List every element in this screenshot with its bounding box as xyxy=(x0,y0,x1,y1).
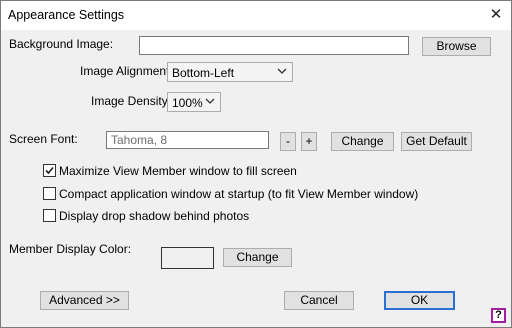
background-image-input[interactable] xyxy=(139,36,409,55)
member-color-swatch xyxy=(161,247,214,269)
chevron-down-icon xyxy=(277,68,287,74)
image-density-label: Image Density: xyxy=(91,94,172,108)
browse-button[interactable]: Browse xyxy=(422,37,491,56)
screen-font-value: Tahoma, 8 xyxy=(111,133,168,147)
checkmark-icon xyxy=(45,166,54,175)
appearance-settings-dialog: Appearance Settings ✕ Background Image: … xyxy=(0,0,512,328)
drop-shadow-label[interactable]: Display drop shadow behind photos xyxy=(59,209,249,223)
cancel-button[interactable]: Cancel xyxy=(284,291,354,310)
ok-button[interactable]: OK xyxy=(384,291,455,310)
member-display-color-label: Member Display Color: xyxy=(9,242,132,256)
background-image-label: Background Image: xyxy=(9,37,114,51)
font-change-button[interactable]: Change xyxy=(331,132,394,151)
compact-window-checkbox[interactable] xyxy=(43,187,56,200)
help-icon[interactable]: ? xyxy=(491,308,506,323)
member-color-change-button[interactable]: Change xyxy=(223,248,292,267)
image-alignment-select[interactable]: Bottom-Left xyxy=(167,62,293,82)
image-density-select[interactable]: 100% xyxy=(167,92,221,112)
advanced-button[interactable]: Advanced >> xyxy=(40,291,129,310)
maximize-view-member-label[interactable]: Maximize View Member window to fill scre… xyxy=(59,164,297,178)
font-size-increase-button[interactable]: + xyxy=(301,132,317,151)
image-alignment-label: Image Alignment: xyxy=(80,64,173,78)
font-size-decrease-button[interactable]: - xyxy=(280,132,296,151)
screen-font-field: Tahoma, 8 xyxy=(106,131,269,149)
window-title: Appearance Settings xyxy=(8,8,125,22)
chevron-down-icon xyxy=(205,98,215,104)
maximize-view-member-checkbox[interactable] xyxy=(43,164,56,177)
title-bar: Appearance Settings ✕ xyxy=(1,1,511,30)
drop-shadow-checkbox[interactable] xyxy=(43,209,56,222)
close-icon[interactable]: ✕ xyxy=(485,5,507,25)
get-default-button[interactable]: Get Default xyxy=(401,132,472,151)
image-alignment-value: Bottom-Left xyxy=(172,66,235,80)
image-density-value: 100% xyxy=(172,96,203,110)
screen-font-label: Screen Font: xyxy=(9,132,78,146)
compact-window-label[interactable]: Compact application window at startup (t… xyxy=(59,187,418,201)
